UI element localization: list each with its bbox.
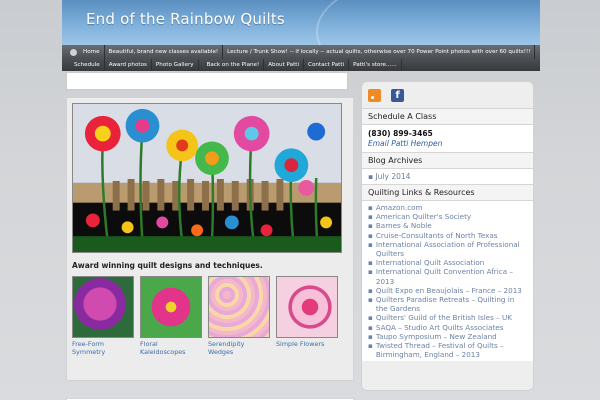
rss-icon[interactable] <box>368 88 381 102</box>
resource-link[interactable]: Quilters Paradise Retreats – Quilting in… <box>376 295 527 313</box>
flower-quilt-picture <box>73 104 341 252</box>
list-item[interactable]: ▪ International Association of Profession… <box>368 240 527 258</box>
thumbnail-image[interactable] <box>276 276 338 338</box>
list-item[interactable]: ▪ International Quilt Convention Africa –… <box>368 267 527 285</box>
nav-schedule[interactable]: Schedule <box>62 59 105 71</box>
thumb-caption[interactable]: Serendipity Wedges <box>208 340 270 357</box>
list-item[interactable]: ▪ SAQA – Studio Art Quilts Associates <box>368 323 527 332</box>
links-widget-title: Quilting Links & Resources <box>362 184 533 201</box>
nav-award-photos[interactable]: Award photos <box>105 59 152 71</box>
resource-link[interactable]: International Quilt Association <box>376 258 484 267</box>
thumb-serendipity-wedges[interactable]: Serendipity Wedges <box>208 276 270 357</box>
home-icon[interactable] <box>70 48 77 56</box>
bullet-icon: ▪ <box>368 285 373 295</box>
nav-about-patti[interactable]: About Patti <box>264 59 305 71</box>
sidebar: f Schedule A Class (830) 899-3465 Email … <box>361 81 534 391</box>
bullet-icon: ▪ <box>368 258 373 268</box>
list-item[interactable]: ▪ Amazon.com <box>368 203 527 212</box>
social-icons: f <box>362 82 533 108</box>
list-item[interactable]: ▪ American Quilter's Society <box>368 212 527 221</box>
bullet-icon: ▪ <box>368 295 373 305</box>
list-item[interactable]: ▪ Quilt Expo en Beaujolais – France – 201… <box>368 286 527 295</box>
nav-home[interactable]: Home <box>79 45 105 59</box>
bullet-icon: ▪ <box>368 230 373 240</box>
schedule-widget-body: (830) 899-3465 Email Patti Hempen <box>362 125 533 152</box>
resource-link[interactable]: Quilters' Guild of the British Isles – U… <box>376 313 512 322</box>
resource-link[interactable]: Amazon.com <box>376 203 423 212</box>
site-title[interactable]: End of the Rainbow Quilts <box>86 10 285 28</box>
bullet-icon: ▪ <box>368 203 373 212</box>
thumbnail-image[interactable] <box>208 276 270 338</box>
thumb-caption[interactable]: Free-Form Symmetry <box>72 340 134 357</box>
schedule-widget-title: Schedule A Class <box>362 108 533 125</box>
list-item[interactable]: ▪ International Quilt Association <box>368 258 527 267</box>
list-item[interactable]: ▪ Quilters' Guild of the British Isles – … <box>368 313 527 322</box>
phone-number: (830) 899-3465 <box>368 129 433 138</box>
resource-link[interactable]: Quilt Expo en Beaujolais – France – 2013 <box>376 286 522 295</box>
resource-link[interactable]: International Quilt Convention Africa – … <box>376 267 527 285</box>
site-header: End of the Rainbow Quilts <box>62 0 540 45</box>
resource-link[interactable]: Barnes & Noble <box>376 221 432 230</box>
thumb-caption[interactable]: Floral Kaleidoscopes <box>140 340 202 357</box>
nav-pattis-store[interactable]: Patti's store...... <box>349 59 402 71</box>
thumb-caption[interactable]: Simple Flowers <box>276 340 338 348</box>
primary-nav: Home Beautiful, brand new classes availa… <box>62 45 540 59</box>
resource-link[interactable]: Twisted Thread – Festival of Quilts – Bi… <box>376 341 527 359</box>
list-item[interactable]: ▪ Twisted Thread – Festival of Quilts – B… <box>368 341 527 359</box>
thumb-free-form-symmetry[interactable]: Free-Form Symmetry <box>72 276 134 357</box>
nav-contact-patti[interactable]: Contact Patti <box>304 59 350 71</box>
thumb-floral-kaleidoscopes[interactable]: Floral Kaleidoscopes <box>140 276 202 357</box>
thumbnail-image[interactable] <box>140 276 202 338</box>
featured-quilt-image[interactable] <box>72 103 342 253</box>
resource-link[interactable]: American Quilter's Society <box>376 212 471 221</box>
links-list: ▪ Amazon.com ▪ American Quilter's Society … <box>362 201 533 362</box>
email-link[interactable]: Email Patti Hempen <box>368 139 527 148</box>
top-content-box <box>66 72 348 90</box>
archive-item[interactable]: ▪ July 2014 <box>362 169 533 184</box>
bullet-icon: ▪ <box>368 212 373 222</box>
resource-link[interactable]: Cruise-Consultants of North Texas <box>376 231 498 240</box>
list-item[interactable]: ▪ Barnes & Noble <box>368 221 527 230</box>
resource-link[interactable]: SAQA – Studio Art Quilts Associates <box>376 323 504 332</box>
thumbnail-image[interactable] <box>72 276 134 338</box>
bullet-icon: ▪ <box>368 341 373 351</box>
archives-widget-title: Blog Archives <box>362 152 533 169</box>
nav-back-on-plane[interactable]: Back on the Plane! <box>199 59 265 71</box>
nav-lecture-trunk-show[interactable]: Lecture / Trunk Show! -- if locally -- a… <box>223 45 536 59</box>
bullet-icon: ▪ <box>368 313 373 323</box>
thumb-simple-flowers[interactable]: Simple Flowers <box>276 276 338 348</box>
list-item[interactable]: ▪ Cruise-Consultants of North Texas <box>368 231 527 240</box>
bullet-icon: ▪ <box>368 221 373 231</box>
list-item[interactable]: ▪ Taupo Symposium – New Zealand <box>368 332 527 341</box>
bullet-icon: ▪ <box>368 322 373 332</box>
list-item[interactable]: ▪ Quilters Paradise Retreats – Quilting i… <box>368 295 527 313</box>
archive-link[interactable]: July 2014 <box>375 172 410 181</box>
resource-link[interactable]: International Association of Professiona… <box>376 240 527 258</box>
bullet-icon: ▪ <box>368 331 373 341</box>
resource-link[interactable]: Taupo Symposium – New Zealand <box>376 332 497 341</box>
bullet-icon: ▪ <box>368 239 373 249</box>
bullet-icon: ▪ <box>368 267 373 277</box>
nav-new-classes[interactable]: Beautiful, brand new classes available! <box>105 45 224 59</box>
tagline: Award winning quilt designs and techniqu… <box>72 261 263 270</box>
main-content: Award winning quilt designs and techniqu… <box>62 71 354 400</box>
facebook-icon[interactable]: f <box>391 88 404 102</box>
nav-photo-gallery[interactable]: Photo Gallery <box>152 59 199 71</box>
secondary-nav: Schedule Award photos Photo Gallery Back… <box>62 59 540 71</box>
